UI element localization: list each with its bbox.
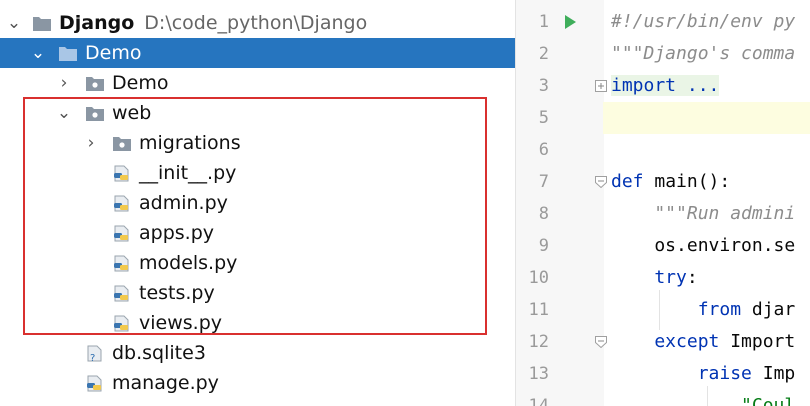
code-line: raise Imp [611, 363, 796, 384]
python-file-icon [87, 375, 102, 391]
tree-item-label: tests.py [139, 282, 215, 304]
line-number: 7 [538, 172, 549, 192]
tree-item-db-sqlite3[interactable]: ? db.sqlite3 [0, 338, 515, 368]
line-number: 3 [538, 76, 549, 96]
package-folder-icon [86, 76, 104, 91]
tree-item-label: admin.py [139, 192, 228, 214]
tree-item-label: manage.py [112, 372, 219, 394]
code-line: """Run admini [611, 203, 796, 224]
chevron-right-icon[interactable]: › [55, 73, 73, 93]
tree-item-apps-py[interactable]: apps.py [0, 218, 515, 248]
tree-item-label: Demo [112, 72, 169, 94]
tree-item-demo-folder[interactable]: ⌄ Demo [0, 38, 515, 68]
code-line: except Import [611, 331, 796, 352]
line-number: 6 [538, 140, 549, 160]
code-line: os.environ.se [611, 235, 796, 256]
chevron-down-icon[interactable]: ⌄ [55, 103, 73, 123]
python-file-icon [114, 225, 129, 241]
tree-item-migrations[interactable]: › migrations [0, 128, 515, 158]
python-file-icon [114, 285, 129, 301]
code-line: "Coul [611, 395, 796, 406]
tree-root-django[interactable]: ⌄ Django D:\code_python\Django [0, 8, 515, 38]
fold-collapse-icon[interactable] [595, 336, 607, 348]
tree-item-label: db.sqlite3 [112, 342, 206, 364]
tree-item-views-py[interactable]: views.py [0, 308, 515, 338]
tree-item-models-py[interactable]: models.py [0, 248, 515, 278]
tree-item-label: migrations [139, 132, 241, 154]
fold-expand-icon[interactable] [595, 80, 607, 92]
chevron-right-icon[interactable]: › [82, 133, 100, 153]
fold-collapse-icon[interactable] [595, 176, 607, 188]
code-line: try: [611, 267, 698, 288]
tree-item-label: views.py [139, 312, 222, 334]
folder-icon [59, 46, 77, 61]
tree-item-label: apps.py [139, 222, 215, 244]
python-file-icon [114, 195, 129, 211]
code-editor[interactable]: 1 2 3 5 6 7 8 9 10 11 12 13 14 #!/usr/bi… [515, 0, 810, 406]
python-file-icon [114, 315, 129, 331]
line-number: 10 [528, 268, 549, 288]
tree-item-admin-py[interactable]: admin.py [0, 188, 515, 218]
tree-item-label: __init__.py [139, 162, 237, 184]
code-line: def main(): [611, 171, 731, 192]
chevron-down-icon[interactable]: ⌄ [29, 43, 47, 63]
project-tree-panel: ⌄ Django D:\code_python\Django ⌄ Demo › D… [0, 0, 515, 406]
line-number: 9 [538, 236, 549, 256]
tree-item-tests-py[interactable]: tests.py [0, 278, 515, 308]
tree-item-web-package[interactable]: ⌄ web [0, 98, 515, 128]
tree-root-path: D:\code_python\Django [144, 12, 368, 34]
python-file-icon [114, 165, 129, 181]
tree-item-demo-package[interactable]: › Demo [0, 68, 515, 98]
line-number: 8 [538, 204, 549, 224]
current-line-highlight [603, 102, 810, 134]
code-line: #!/usr/bin/env py [611, 11, 796, 32]
code-line: from djar [611, 299, 796, 320]
package-folder-icon [86, 106, 104, 121]
line-number: 11 [528, 300, 549, 320]
chevron-down-icon[interactable]: ⌄ [5, 13, 23, 33]
svg-text:?: ? [90, 353, 95, 362]
line-number: 12 [528, 332, 549, 352]
run-icon[interactable] [563, 14, 577, 30]
tree-item-label: Demo [85, 42, 142, 64]
tree-item-init-py[interactable]: __init__.py [0, 158, 515, 188]
line-number: 5 [538, 108, 549, 128]
code-line: """Django's comma [611, 43, 796, 64]
line-number: 14 [528, 396, 549, 406]
package-folder-icon [113, 136, 131, 151]
tree-root-name: Django [59, 12, 135, 34]
folder-icon [33, 16, 51, 31]
line-number: 13 [528, 364, 549, 384]
tree-item-manage-py[interactable]: manage.py [0, 368, 515, 398]
unknown-file-icon: ? [87, 345, 102, 362]
python-file-icon [114, 255, 129, 271]
line-number: 2 [538, 44, 549, 64]
tree-item-label: models.py [139, 252, 238, 274]
tree-item-label: web [112, 102, 152, 124]
code-line-import-folded[interactable]: import ... [611, 70, 720, 102]
line-number: 1 [538, 12, 549, 32]
